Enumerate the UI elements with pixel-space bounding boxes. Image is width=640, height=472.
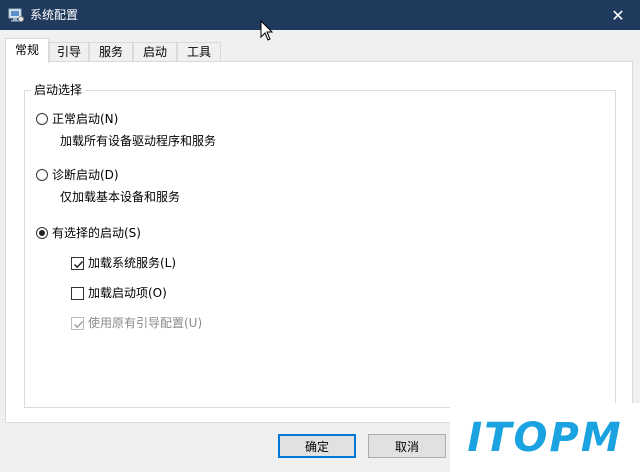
checkbox-label: 使用原有引导配置(U)	[88, 316, 203, 330]
diagnostic-startup-radio[interactable]: 诊断启动(D)	[36, 167, 119, 183]
tab-boot[interactable]: 引导	[49, 42, 89, 62]
checkbox-indicator	[71, 286, 84, 300]
radio-label: 诊断启动(D)	[52, 168, 119, 182]
radio-label: 有选择的启动(S)	[52, 226, 141, 240]
mouse-cursor-icon	[260, 20, 274, 41]
checkmark-icon	[73, 260, 84, 268]
diagnostic-startup-description: 仅加载基本设备和服务	[60, 190, 181, 204]
checkbox-indicator-disabled	[71, 316, 84, 330]
watermark: ITOPM	[450, 403, 640, 472]
radio-indicator	[36, 113, 48, 125]
checkbox-label: 加载启动项(O)	[88, 286, 167, 300]
window-title: 系统配置	[30, 8, 79, 22]
normal-startup-description: 加载所有设备驱动程序和服务	[60, 134, 217, 148]
checkbox-indicator	[71, 256, 84, 270]
use-original-boot-config-checkbox[interactable]: 使用原有引导配置(U)	[71, 315, 202, 331]
tab-startup[interactable]: 启动	[133, 42, 177, 62]
checkbox-label: 加载系统服务(L)	[88, 256, 177, 270]
watermark-logo: ITOPM	[467, 414, 623, 461]
ok-button[interactable]: 确定	[278, 434, 356, 458]
general-tab-panel: 启动选择 正常启动(N) 加载所有设备驱动程序和服务 诊断启动(D) 仅加载基本…	[5, 61, 633, 423]
selective-startup-radio[interactable]: 有选择的启动(S)	[36, 225, 141, 241]
tab-services[interactable]: 服务	[89, 42, 133, 62]
msconfig-app-icon	[8, 8, 24, 22]
load-startup-items-checkbox[interactable]: 加载启动项(O)	[71, 285, 167, 301]
group-legend: 启动选择	[31, 82, 86, 98]
radio-indicator-checked	[36, 227, 48, 239]
cancel-button[interactable]: 取消	[368, 434, 446, 458]
tab-tools[interactable]: 工具	[177, 42, 221, 62]
close-icon: ✕	[611, 5, 625, 25]
radio-label: 正常启动(N)	[52, 112, 119, 126]
close-button[interactable]: ✕	[596, 0, 640, 30]
startup-selection-group: 启动选择 正常启动(N) 加载所有设备驱动程序和服务 诊断启动(D) 仅加载基本…	[24, 82, 616, 408]
normal-startup-radio[interactable]: 正常启动(N)	[36, 111, 118, 127]
load-system-services-checkbox[interactable]: 加载系统服务(L)	[71, 255, 176, 271]
title-bar: 系统配置 ✕	[0, 0, 640, 30]
radio-indicator	[36, 169, 48, 181]
tab-general[interactable]: 常规	[5, 38, 49, 63]
checkmark-icon	[73, 320, 84, 328]
